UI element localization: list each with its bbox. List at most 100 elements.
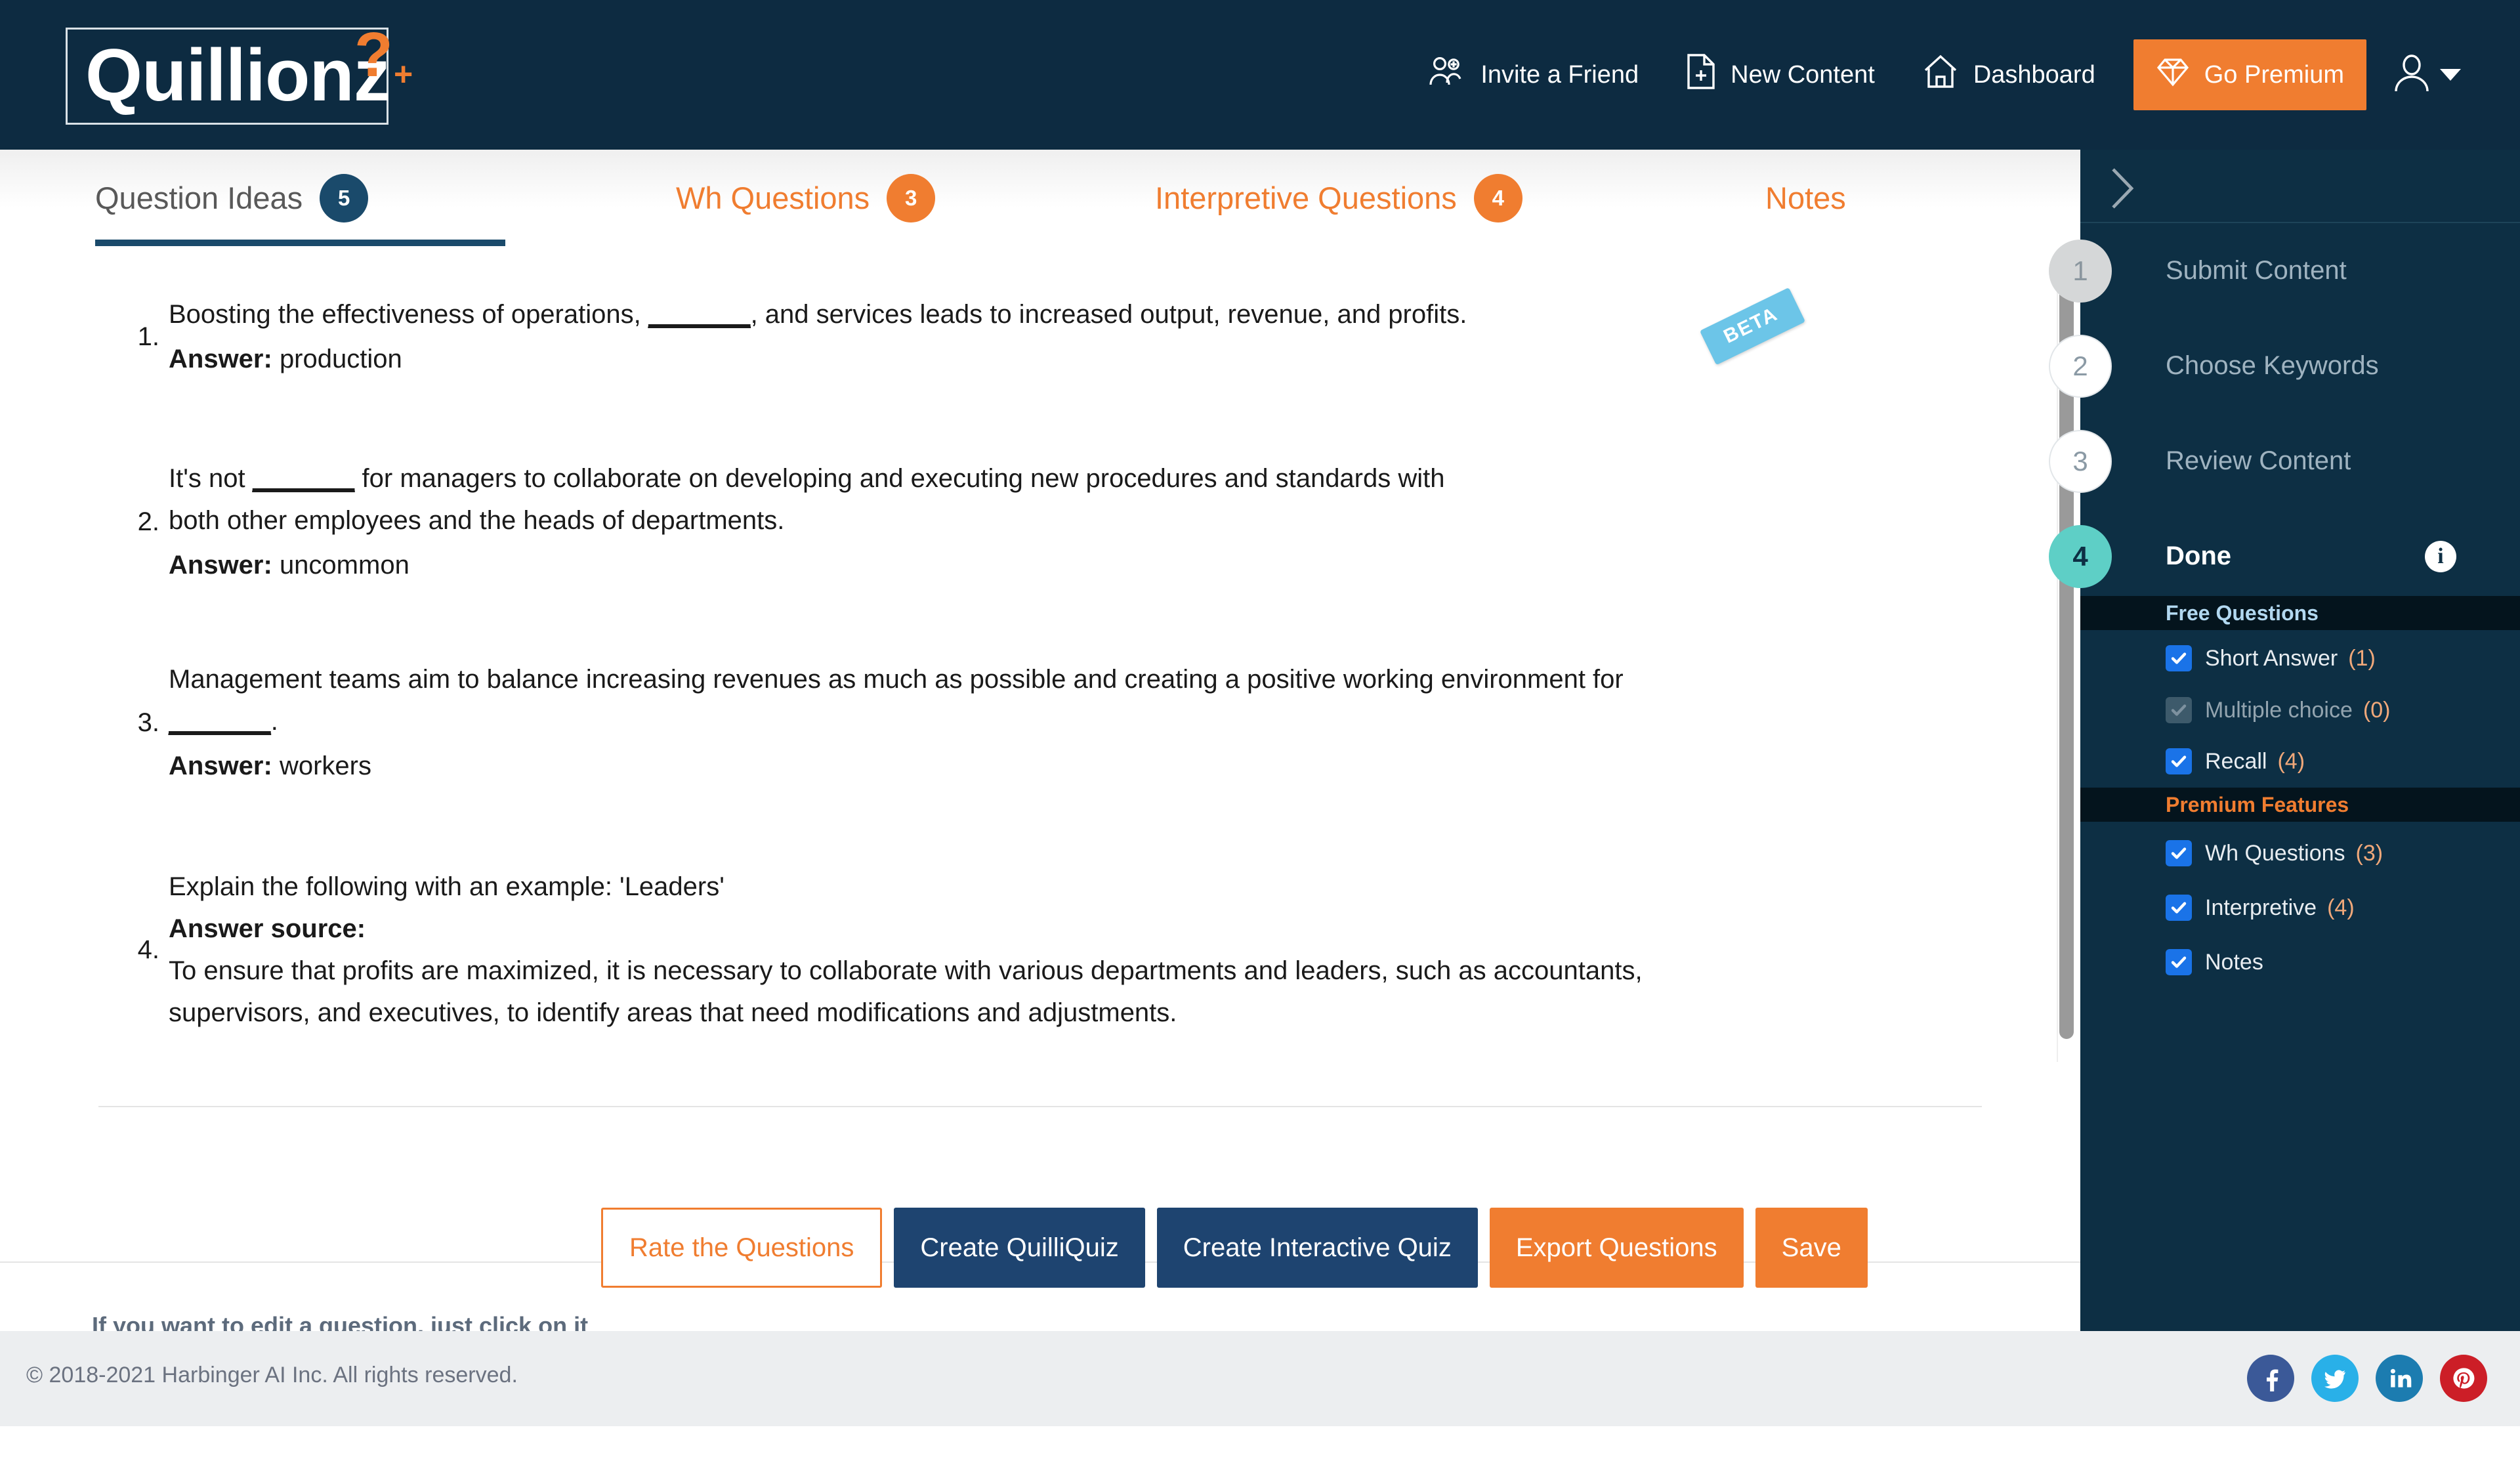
nav-new-content[interactable]: New Content xyxy=(1662,0,1899,150)
checkbox-checked-icon[interactable] xyxy=(2166,645,2192,671)
tab-label: Question Ideas xyxy=(95,180,303,215)
checkbox-row-wh-questions[interactable]: Wh Questions (3) xyxy=(2080,834,2520,873)
chevron-down-icon xyxy=(2440,69,2461,81)
home-icon xyxy=(1922,53,1959,96)
checkbox-row-short-answer[interactable]: Short Answer (1) xyxy=(2080,639,2520,678)
question-answer: Answer: workers xyxy=(169,745,1982,787)
add-user-icon xyxy=(1428,54,1466,95)
checkbox-count: (0) xyxy=(2362,697,2391,723)
checkbox-checked-icon[interactable] xyxy=(2166,748,2192,774)
checkbox-count: (3) xyxy=(2355,840,2384,866)
tab-interpretive-questions[interactable]: Interpretive Questions 4 xyxy=(1155,150,1522,246)
rate-the-questions-button[interactable]: Rate the Questions xyxy=(601,1208,883,1288)
nav-label: Invite a Friend xyxy=(1480,60,1639,89)
page-footer: © 2018-2021 Harbinger AI Inc. All rights… xyxy=(0,1331,2520,1426)
quillionz-logo[interactable]: Quillionz ? + xyxy=(66,24,413,125)
nav-label: New Content xyxy=(1731,60,1875,89)
tab-notes[interactable]: Notes xyxy=(1765,150,1846,246)
checkbox-label: Recall xyxy=(2205,748,2267,774)
answer-label: Answer: xyxy=(169,551,272,580)
nav-invite-a-friend[interactable]: Invite a Friend xyxy=(1404,0,1662,150)
answer-label: Answer: xyxy=(169,752,272,780)
step-number-circle: 2 xyxy=(2049,334,2112,398)
checkbox-checked-icon[interactable] xyxy=(2166,895,2192,921)
question-number: 1. xyxy=(137,322,159,351)
question-body: It's not _______ for managers to collabo… xyxy=(169,457,1982,586)
go-premium-label: Go Premium xyxy=(2204,60,2344,89)
tab-count-badge: 3 xyxy=(887,173,936,222)
sidebar-step-choose-keywords[interactable]: 2 Choose Keywords xyxy=(2049,318,2520,413)
step-label: Review Content xyxy=(2166,446,2351,475)
export-questions-button[interactable]: Export Questions xyxy=(1489,1208,1744,1288)
linkedin-icon[interactable] xyxy=(2376,1355,2423,1402)
nav-dashboard[interactable]: Dashboard xyxy=(1899,0,2119,150)
tab-label: Wh Questions xyxy=(676,180,870,215)
copyright-text: © 2018-2021 Harbinger AI Inc. All rights… xyxy=(26,1363,518,1387)
question-number: 4. xyxy=(137,935,159,964)
answer-value: uncommon xyxy=(279,551,410,580)
sidebar-step-submit-content[interactable]: 1 Submit Content xyxy=(2049,223,2520,318)
checkbox-row-multiple-choice[interactable]: Multiple choice (0) xyxy=(2080,690,2520,730)
tab-label: Notes xyxy=(1765,180,1846,215)
sidebar-step-done[interactable]: 4 Done i xyxy=(2049,509,2520,604)
create-quilliquiz-button[interactable]: Create QuilliQuiz xyxy=(894,1208,1145,1288)
create-interactive-quiz-button[interactable]: Create Interactive Quiz xyxy=(1156,1208,1478,1288)
nav-label: Dashboard xyxy=(1973,60,2095,89)
checkbox-checked-icon[interactable] xyxy=(2166,949,2192,975)
answer-source-label: Answer source: xyxy=(169,914,366,943)
tab-count-badge: 4 xyxy=(1473,173,1522,222)
active-tab-underline xyxy=(95,240,505,246)
question-blank: _______ xyxy=(648,300,751,329)
question-blank: _______ xyxy=(169,707,271,736)
tab-wh-questions[interactable]: Wh Questions 3 xyxy=(676,150,936,246)
question-item[interactable]: 4. Explain the following with an example… xyxy=(0,866,2080,1034)
logo-question-mark-icon: ? xyxy=(354,20,393,90)
checkbox-row-notes[interactable]: Notes xyxy=(2080,942,2520,982)
answer-source-text: To ensure that profits are maximized, it… xyxy=(169,956,1643,1027)
checkbox-label: Short Answer xyxy=(2205,645,2338,671)
question-item-clipped[interactable] xyxy=(0,1119,2080,1198)
question-text: Explain the following with an example: '… xyxy=(169,872,724,901)
header-nav: Invite a Friend New Content Dashboard Go… xyxy=(1404,0,2481,150)
checkbox-count: (4) xyxy=(2277,748,2305,774)
question-number: 3. xyxy=(137,708,159,737)
question-item[interactable]: 3. Management teams aim to balance incre… xyxy=(0,658,2080,787)
checkbox-row-interpretive[interactable]: Interpretive (4) xyxy=(2080,888,2520,927)
save-button[interactable]: Save xyxy=(1755,1208,1868,1288)
step-number-circle: 4 xyxy=(2049,524,2112,588)
checkbox-checked-icon[interactable] xyxy=(2166,840,2192,866)
question-text: Management teams aim to balance increasi… xyxy=(169,665,1624,736)
question-body: Explain the following with an example: '… xyxy=(169,866,1982,1034)
question-item[interactable]: 1. Boosting the effectiveness of operati… xyxy=(0,293,2080,380)
checkbox-row-recall[interactable]: Recall (4) xyxy=(2080,742,2520,781)
info-icon[interactable]: i xyxy=(2425,540,2456,572)
go-premium-button[interactable]: Go Premium xyxy=(2133,39,2366,110)
question-answer: Answer: uncommon xyxy=(169,544,1982,586)
checkbox-disabled-icon xyxy=(2166,697,2192,723)
content-panel: Question Ideas 5 Wh Questions 3 Interpre… xyxy=(0,150,2080,1482)
section-header-free-questions: Free Questions xyxy=(2080,596,2520,630)
user-avatar-icon xyxy=(2393,53,2431,97)
section-header-premium-features: Premium Features xyxy=(2080,788,2520,822)
tabs-row: Question Ideas 5 Wh Questions 3 Interpre… xyxy=(0,150,2080,366)
question-separator xyxy=(98,1106,1982,1107)
sidebar-collapse-toggle[interactable] xyxy=(2105,163,2154,221)
checkbox-label: Multiple choice xyxy=(2205,697,2353,723)
pinterest-icon[interactable] xyxy=(2440,1355,2487,1402)
user-account-menu[interactable] xyxy=(2381,0,2481,150)
app-header: Quillionz ? + Invite a Friend New Conten… xyxy=(0,0,2520,150)
questions-list-area[interactable]: 1. Boosting the effectiveness of operati… xyxy=(0,246,2080,1261)
tab-question-ideas[interactable]: Question Ideas 5 xyxy=(95,150,369,246)
tab-count-badge: 5 xyxy=(320,173,369,222)
question-number: 2. xyxy=(137,507,159,536)
question-text: Boosting the effectiveness of operations… xyxy=(169,300,1467,329)
logo-plus-icon: + xyxy=(394,56,413,93)
questions-list: 1. Boosting the effectiveness of operati… xyxy=(0,246,2080,1198)
question-item[interactable]: 2. It's not _______ for managers to coll… xyxy=(0,457,2080,586)
sidebar-step-review-content[interactable]: 3 Review Content xyxy=(2049,413,2520,509)
diamond-icon xyxy=(2156,54,2190,95)
twitter-icon[interactable] xyxy=(2311,1355,2359,1402)
chevron-right-icon xyxy=(2105,163,2154,214)
logo-text: Quillionz xyxy=(85,34,390,116)
facebook-icon[interactable] xyxy=(2247,1355,2294,1402)
